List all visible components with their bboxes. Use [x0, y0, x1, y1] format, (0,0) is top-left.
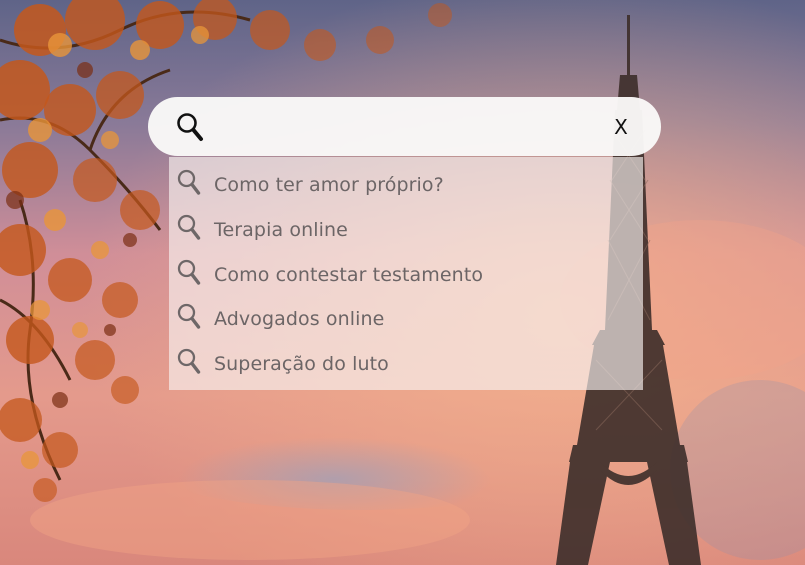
search-icon — [177, 169, 201, 195]
search-icon — [177, 303, 201, 329]
suggestions-dropdown: Como ter amor próprio? Terapia online Co… — [169, 157, 643, 390]
search-icon — [177, 259, 201, 285]
search-input[interactable] — [212, 108, 596, 148]
suggestion-label: Terapia online — [214, 219, 348, 241]
suggestion-item[interactable]: Como contestar testamento — [169, 251, 643, 295]
suggestion-item[interactable]: Advogados online — [169, 295, 643, 339]
suggestion-label: Advogados online — [214, 308, 385, 330]
suggestion-item[interactable]: Terapia online — [169, 206, 643, 250]
suggestion-item[interactable]: Superação do luto — [169, 340, 643, 384]
suggestion-label: Como contestar testamento — [214, 264, 484, 286]
suggestion-label: Como ter amor próprio? — [214, 174, 444, 196]
search-icon — [177, 348, 201, 374]
clear-search-button[interactable]: X — [604, 110, 638, 144]
search-icon — [177, 113, 203, 141]
search-icon — [177, 214, 201, 240]
suggestion-label: Superação do luto — [214, 353, 389, 375]
suggestion-item[interactable]: Como ter amor próprio? — [169, 161, 643, 205]
